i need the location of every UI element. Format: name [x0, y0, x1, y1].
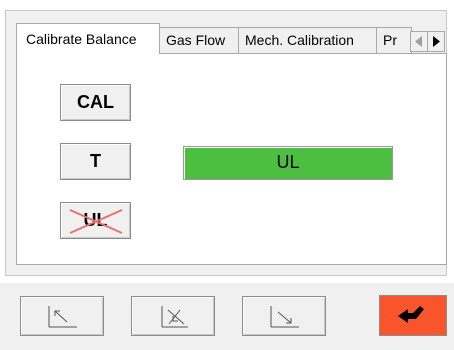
arrow-up-left-icon [48, 306, 77, 328]
arrow-down-right-icon [270, 306, 299, 328]
chevron-left-icon [415, 36, 422, 47]
tare-button-label: T [90, 151, 101, 171]
tab-gas-flow[interactable]: Gas Flow [159, 27, 239, 53]
tab-partial[interactable]: Pr [376, 27, 412, 53]
cal-button-label: CAL [77, 92, 114, 112]
disabled-cross-icon [69, 209, 123, 234]
nav-back-disabled-button[interactable] [131, 296, 215, 336]
tab-strip: Calibrate Balance Gas Flow Mech. Calibra… [16, 23, 448, 54]
enter-button[interactable] [379, 295, 447, 336]
tare-button[interactable]: T [60, 143, 131, 180]
nav-forward-button[interactable] [242, 296, 326, 336]
status-indicator: UL [183, 146, 393, 180]
tab-scroll-right-button[interactable] [427, 31, 445, 52]
tab-mech-calibration[interactable]: Mech. Calibration [238, 27, 377, 53]
cal-button[interactable]: CAL [60, 84, 131, 121]
enter-return-icon [398, 306, 424, 323]
arrow-upleft-crossed-icon [161, 306, 188, 328]
chevron-right-icon [433, 36, 440, 47]
nav-back-button[interactable] [20, 296, 104, 336]
tab-calibrate-balance[interactable]: Calibrate Balance [16, 23, 160, 54]
tab-scroll-left-button[interactable] [410, 31, 428, 52]
unload-button[interactable]: UL [60, 202, 131, 239]
